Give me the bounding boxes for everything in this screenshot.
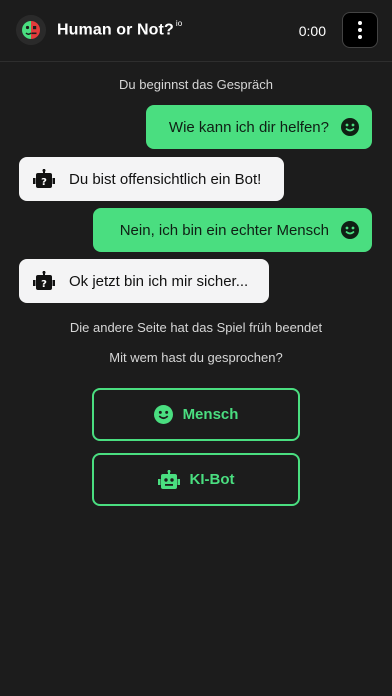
svg-text:?: ? — [41, 177, 47, 188]
app-header: Human or Not? io 0:00 — [0, 0, 392, 62]
message-text: Du bist offensichtlich ein Bot! — [69, 170, 262, 188]
message-self: Wie kann ich dir helfen? — [146, 105, 372, 149]
app-logo — [16, 15, 46, 45]
app-title: Human or Not? io — [57, 19, 183, 39]
smiley-icon — [341, 221, 359, 239]
more-menu-button[interactable] — [342, 12, 378, 48]
more-vertical-icon — [358, 21, 362, 25]
smiley-icon — [153, 405, 173, 424]
message-text: Ok jetzt bin ich mir sicher... — [69, 272, 249, 290]
message-text: Nein, ich bin ein echter Mensch — [119, 221, 329, 239]
robot-question-icon: ? — [33, 271, 55, 291]
guess-bot-label: KI-Bot — [189, 471, 235, 488]
guess-bot-button[interactable]: KI-Bot — [92, 453, 300, 506]
message-partner: ? Ok jetzt bin ich mir sicher... — [19, 259, 269, 303]
message-text: Wie kann ich dir helfen? — [168, 118, 329, 136]
game-timer: 0:00 — [298, 23, 326, 39]
guess-human-button[interactable]: Mensch — [92, 388, 300, 441]
guess-human-label: Mensch — [182, 406, 239, 423]
app-title-suffix: io — [175, 19, 183, 28]
robot-question-icon: ? — [33, 169, 55, 189]
smiley-icon — [341, 118, 359, 136]
message-partner: ? Du bist offensichtlich ein Bot! — [19, 157, 284, 201]
message-self: Nein, ich bin ein echter Mensch — [93, 208, 372, 252]
robot-icon — [157, 469, 180, 490]
game-ended-notice: Die andere Seite hat das Spiel früh been… — [69, 320, 323, 335]
svg-text:?: ? — [41, 279, 47, 290]
guess-question: Mit wem hast du gesprochen? — [109, 350, 283, 365]
chat-start-notice: Du beginnst das Gespräch — [119, 77, 273, 92]
